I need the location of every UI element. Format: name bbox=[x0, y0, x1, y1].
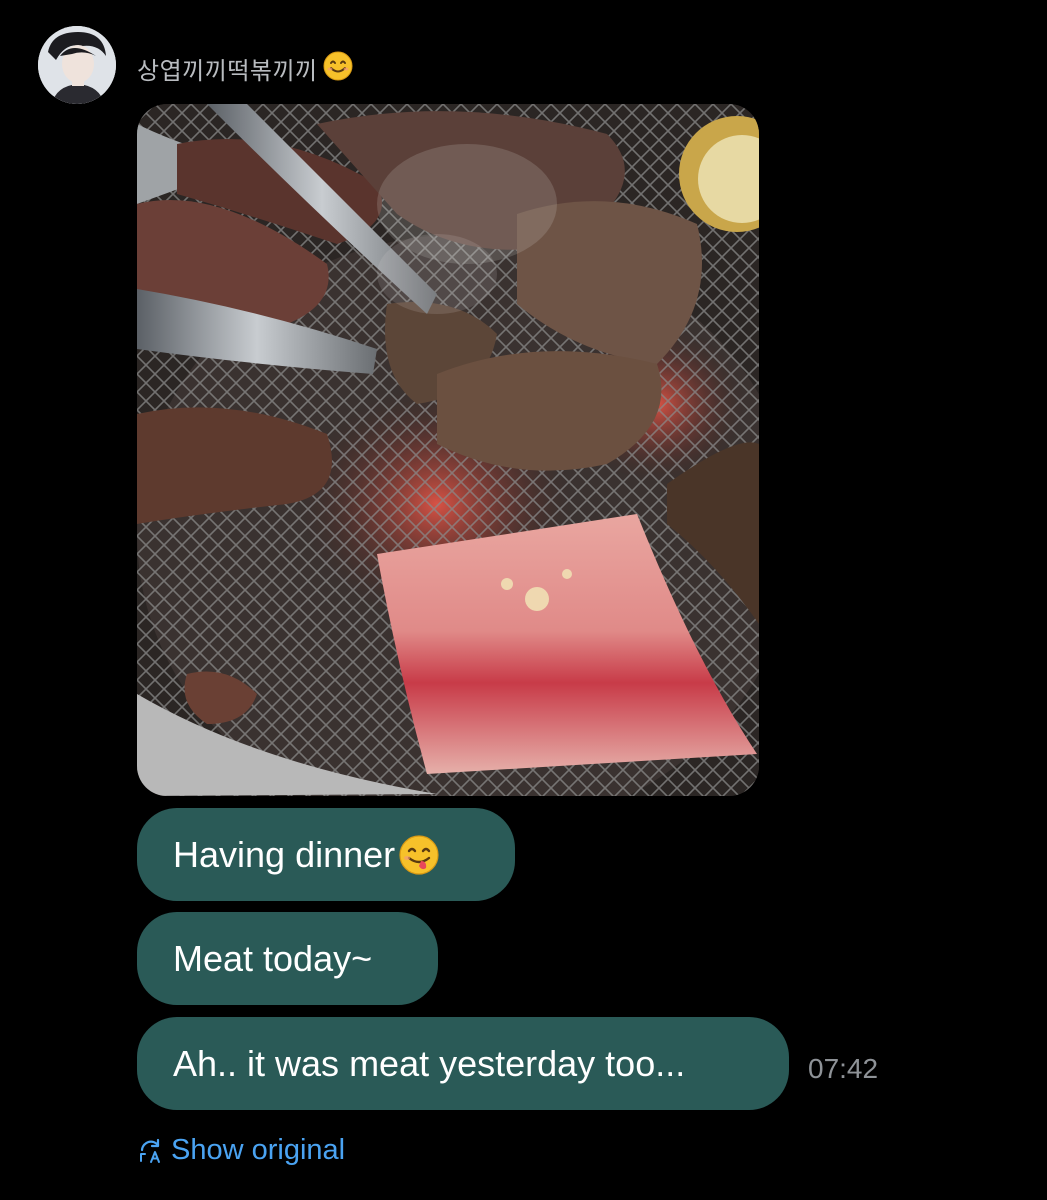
avatar-image bbox=[38, 26, 116, 104]
message-bubble[interactable]: Having dinner bbox=[137, 808, 515, 901]
translate-refresh-icon bbox=[137, 1137, 165, 1165]
face-savoring-food-icon bbox=[397, 833, 441, 877]
grilled-meat-photo[interactable] bbox=[137, 104, 759, 796]
message-text: Meat today~ bbox=[173, 937, 373, 979]
show-original-link[interactable]: Show original bbox=[137, 1134, 345, 1167]
avatar[interactable] bbox=[38, 26, 116, 104]
smiling-face-icon bbox=[322, 50, 354, 87]
message-text: Having dinner bbox=[173, 833, 396, 875]
message-text: Ah.. it was meat yesterday too... bbox=[173, 1042, 686, 1084]
photo-image bbox=[137, 104, 759, 796]
show-original-label: Show original bbox=[171, 1134, 346, 1166]
message-timestamp: 07:42 bbox=[808, 1053, 879, 1084]
sender-header: 상엽끼끼떡볶끼끼 bbox=[137, 50, 354, 87]
message-bubble[interactable]: Ah.. it was meat yesterday too... bbox=[137, 1017, 789, 1110]
sender-name: 상엽끼끼떡볶끼끼 bbox=[137, 57, 318, 85]
message-bubble[interactable]: Meat today~ bbox=[137, 912, 438, 1005]
